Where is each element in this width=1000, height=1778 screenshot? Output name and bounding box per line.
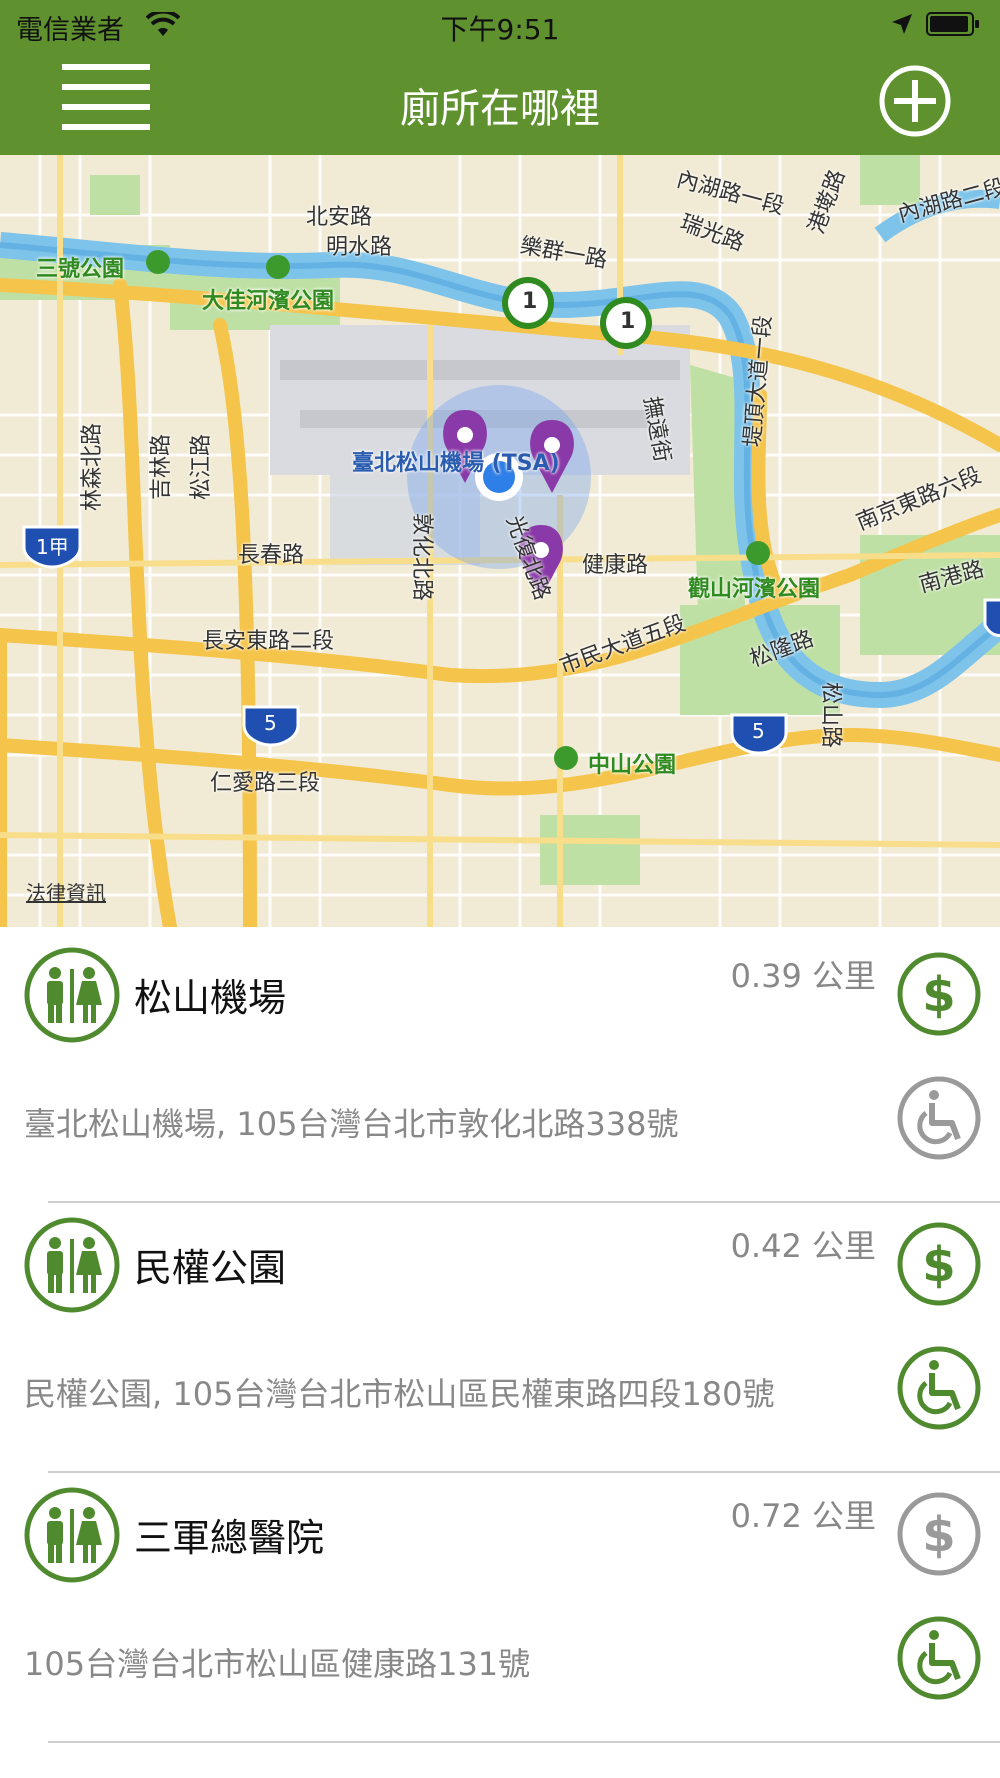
park-label: 中山公園	[588, 753, 677, 778]
park-label: 三號公園	[36, 257, 125, 282]
address-label: 民權公園, 105台灣台北市松山區民權東路四段180號	[24, 1375, 775, 1413]
dollar-icon: $	[897, 952, 981, 1036]
toilet-name: 松山機場	[134, 976, 287, 1020]
map-label: 吉林路	[149, 433, 175, 501]
map-label: 長春路	[238, 543, 305, 568]
map-label: 北安路	[306, 205, 373, 230]
list-item[interactable]: 民權公園 0.42 公里 民權公園, 105台灣台北市松山區民權東路四段180號…	[0, 1197, 1000, 1473]
status-bar: 電信業者 下午9:51	[0, 0, 1000, 50]
distance-label: 0.39 公里	[730, 957, 876, 995]
map-label: 長安東路二段	[202, 629, 335, 654]
svg-text:$: $	[922, 967, 955, 1023]
location-arrow-icon	[892, 14, 912, 34]
add-toilet-button[interactable]	[878, 64, 952, 138]
road-shield-label: 5	[264, 711, 277, 735]
map-canvas	[0, 155, 1000, 927]
battery-icon	[926, 12, 979, 36]
distance-label: 0.72 公里	[730, 1497, 876, 1535]
restroom-icon	[24, 1487, 120, 1583]
restroom-icon	[24, 1217, 120, 1313]
park-label: 觀山河濱公園	[688, 577, 821, 602]
park-label: 大佳河濱公園	[202, 289, 335, 314]
clock: 下午9:51	[440, 13, 560, 46]
wheelchair-icon	[897, 1346, 981, 1430]
map-label: 敦化北路	[409, 512, 435, 602]
map-label: 松江路	[189, 433, 215, 501]
svg-text:$: $	[922, 1237, 955, 1293]
map-label: 明水路	[326, 235, 393, 260]
list-item[interactable]: 三軍總醫院 0.72 公里 105台灣台北市松山區健康路131號 $	[0, 1467, 1000, 1743]
map-label: 松山路	[818, 681, 844, 749]
svg-text:$: $	[922, 1507, 955, 1563]
address-label: 105台灣台北市松山區健康路131號	[24, 1645, 531, 1683]
map-label: 仁愛路三段	[210, 771, 321, 796]
road-shield-label: 5	[752, 719, 765, 743]
dollar-icon: $	[897, 1492, 981, 1576]
address-label: 臺北松山機場, 105台灣台北市敦化北路338號	[24, 1105, 679, 1143]
map-label: 健康路	[582, 553, 649, 578]
wheelchair-icon	[897, 1076, 981, 1160]
divider	[48, 1741, 1000, 1743]
road-shield-label: 1	[522, 289, 538, 314]
road-shield-label: 1	[620, 309, 636, 334]
page-title: 廁所在哪裡	[400, 86, 600, 132]
list-item[interactable]: 松山機場 0.39 公里 臺北松山機場, 105台灣台北市敦化北路338號 $	[0, 927, 1000, 1203]
restroom-icon	[24, 947, 120, 1043]
map-label: 林森北路	[80, 422, 106, 512]
airport-label: 臺北松山機場 (TSA)	[352, 451, 560, 476]
top-bar: 電信業者 下午9:51 廁所在哪裡	[0, 0, 1000, 155]
dollar-icon: $	[897, 1222, 981, 1306]
toilet-name: 三軍總醫院	[134, 1516, 325, 1560]
toilet-name: 民權公園	[134, 1246, 287, 1290]
distance-label: 0.42 公里	[730, 1227, 876, 1265]
wheelchair-icon	[897, 1616, 981, 1700]
legal-link[interactable]: 法律資訊	[26, 877, 106, 906]
road-shield-label: 1甲	[36, 535, 69, 559]
map-view[interactable]: 北安路 明水路 樂群一路 內湖路一段 瑞光路 港墘路 內湖路二段 三號公園 大佳…	[0, 155, 1000, 927]
